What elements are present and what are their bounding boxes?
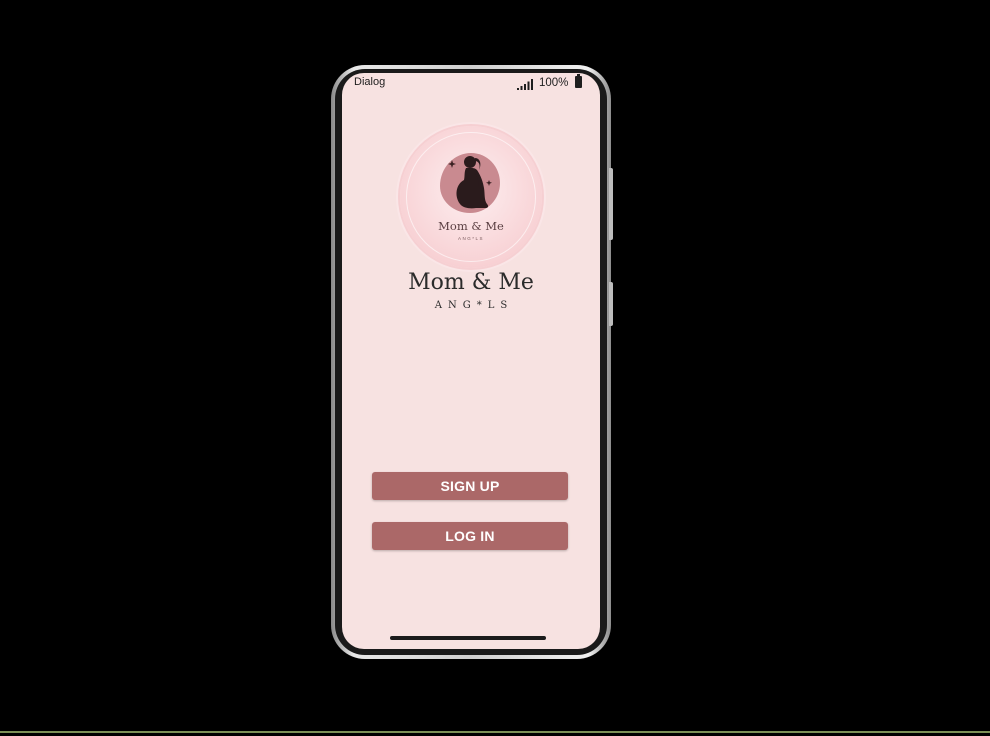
- badge-subtitle: ANG*LS: [457, 236, 484, 241]
- power-button: [609, 282, 613, 326]
- signal-icon: [517, 79, 533, 90]
- app-logo-badge: Mom & Me ANG*LS: [400, 126, 542, 268]
- log-in-button[interactable]: LOG IN: [372, 522, 568, 550]
- battery-icon: [575, 74, 582, 88]
- status-title: Dialog: [354, 76, 386, 88]
- battery-percentage: 100%: [539, 77, 569, 89]
- volume-button: [609, 168, 613, 240]
- pregnant-woman-silhouette-icon: [448, 156, 492, 209]
- sign-up-button[interactable]: SIGN UP: [372, 472, 568, 500]
- brand-subtitle: ANG*LS: [434, 300, 514, 311]
- app-screen: Dialog 100% Mom & Me ANG*LS Mom & Me ANG…: [342, 73, 600, 649]
- home-indicator[interactable]: [390, 636, 546, 640]
- brand-title: Mom & Me: [408, 270, 534, 295]
- status-bar: Dialog 100%: [342, 73, 600, 93]
- bottom-divider: [0, 731, 990, 733]
- badge-title: Mom & Me: [438, 219, 504, 233]
